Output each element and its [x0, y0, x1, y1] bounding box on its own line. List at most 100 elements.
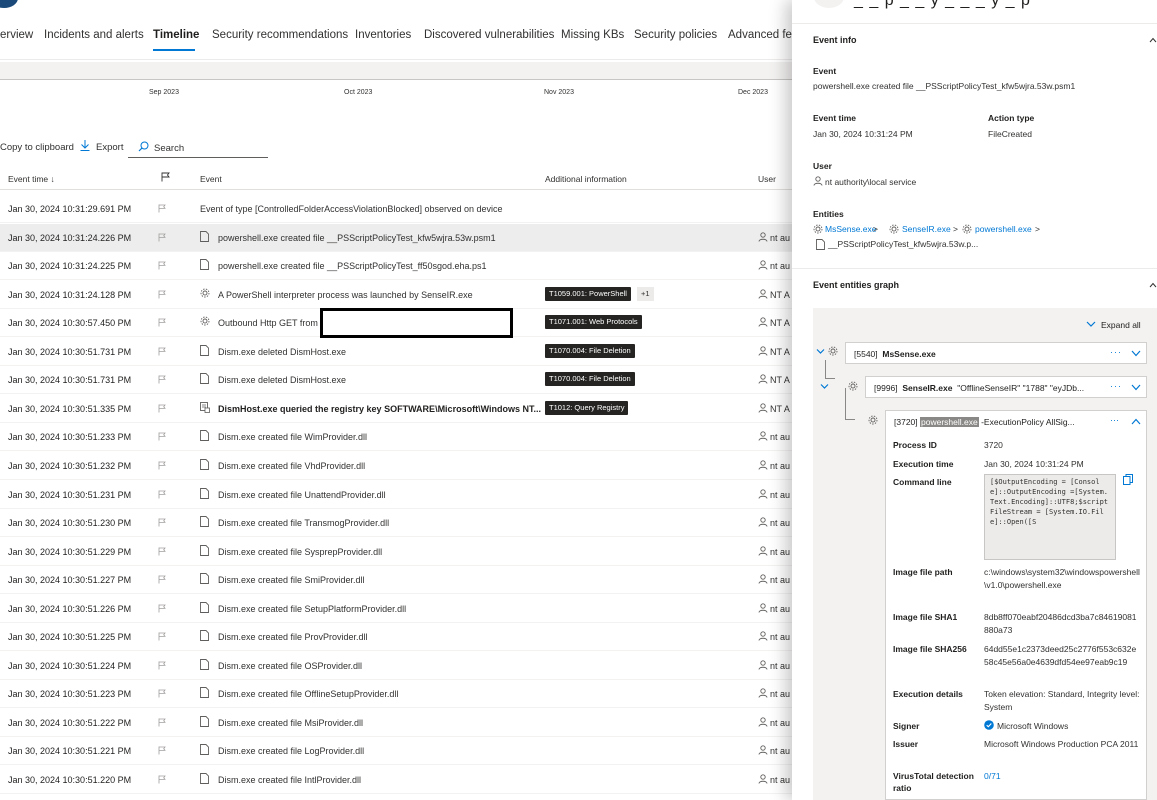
tree-connector: [825, 360, 826, 378]
expand-all-button[interactable]: Expand all: [1101, 320, 1141, 330]
flag-column-icon[interactable]: [161, 172, 170, 182]
mitre-technique-tag[interactable]: T1070.004: File Deletion: [545, 343, 635, 358]
tree-toggle-chevron-down-icon[interactable]: [816, 348, 825, 355]
file-icon: [200, 744, 211, 756]
flag-icon[interactable]: [158, 233, 166, 242]
user-icon: [758, 374, 768, 384]
tree-toggle-chevron-down-icon[interactable]: [820, 383, 829, 390]
timeline-toolbar: Copy to clipboard Export Search: [0, 138, 800, 158]
flag-icon[interactable]: [158, 547, 166, 556]
flag-icon[interactable]: [158, 575, 166, 584]
process-node-senseir[interactable]: [9996] SenseIR.exe "OfflineSenseIR" "178…: [865, 376, 1147, 398]
flag-icon[interactable]: [158, 404, 166, 413]
chevron-up-icon[interactable]: [1131, 418, 1141, 425]
flag-icon[interactable]: [158, 632, 166, 641]
more-actions-icon[interactable]: ···: [1110, 415, 1119, 425]
chevron-down-icon[interactable]: [1131, 350, 1141, 357]
table-row[interactable]: Jan 30, 2024 10:30:51.233 PM Dism.exe cre…: [0, 423, 792, 452]
tab-security-recommendations[interactable]: Security recommendations: [212, 29, 348, 41]
flag-icon[interactable]: [158, 347, 166, 356]
table-row[interactable]: Jan 30, 2024 10:30:51.335 PM DismHost.exe…: [0, 395, 792, 423]
collapse-graph-icon[interactable]: [1149, 281, 1157, 289]
table-row[interactable]: Jan 30, 2024 10:30:51.226 PM Dism.exe cre…: [0, 595, 792, 623]
flag-icon[interactable]: [158, 518, 166, 527]
table-row[interactable]: Jan 30, 2024 10:30:51.223 PM Dism.exe cre…: [0, 680, 792, 709]
process-gear-icon: [813, 224, 823, 234]
table-row[interactable]: Jan 30, 2024 10:30:51.222 PM Dism.exe cre…: [0, 709, 792, 737]
action-type-value: FileCreated: [988, 129, 1032, 139]
flag-icon[interactable]: [158, 490, 166, 499]
copy-to-clipboard-button[interactable]: Copy to clipboard: [0, 142, 74, 153]
table-row[interactable]: Jan 30, 2024 10:31:24.226 PM powershell.e…: [0, 223, 792, 252]
flag-icon[interactable]: [158, 661, 166, 670]
column-additional-information[interactable]: Additional information: [545, 174, 627, 184]
user-cell: NT A: [770, 289, 790, 300]
column-event[interactable]: Event: [200, 174, 222, 184]
table-row[interactable]: Jan 30, 2024 10:30:51.220 PM Dism.exe cre…: [0, 766, 792, 794]
flag-icon[interactable]: [158, 261, 166, 270]
node-text[interactable]: [3720] powershell.exe -ExecutionPolicy A…: [894, 417, 1075, 427]
collapse-event-info-icon[interactable]: [1149, 36, 1157, 44]
table-row[interactable]: Jan 30, 2024 10:30:51.221 PM Dism.exe cre…: [0, 737, 792, 766]
table-row[interactable]: Jan 30, 2024 10:30:51.731 PM Dism.exe del…: [0, 366, 792, 395]
flag-icon[interactable]: [158, 604, 166, 613]
user-cell: nt au: [770, 546, 791, 557]
more-actions-icon[interactable]: ···: [1110, 347, 1122, 357]
more-actions-icon[interactable]: ···: [1110, 381, 1122, 391]
entity-link-mssense[interactable]: MsSense.exe: [825, 224, 877, 234]
flag-icon[interactable]: [158, 290, 166, 299]
tab-missing-kbs[interactable]: Missing KBs: [561, 29, 624, 41]
copy-icon[interactable]: [1123, 474, 1133, 485]
mitre-technique-tag[interactable]: T1059.001: PowerShell: [545, 286, 631, 301]
chevron-down-icon[interactable]: [1131, 384, 1141, 391]
search-input[interactable]: Search: [128, 138, 268, 158]
mitre-technique-tag[interactable]: T1071.001: Web Protocols: [545, 315, 642, 330]
entity-link-senseir[interactable]: SenseIR.exe: [902, 224, 951, 234]
table-row[interactable]: Jan 30, 2024 10:31:29.691 PM Event of typ…: [0, 195, 792, 223]
flag-icon[interactable]: [158, 689, 166, 698]
flag-icon[interactable]: [158, 775, 166, 784]
tab-incidents-alerts[interactable]: Incidents and alerts: [44, 29, 144, 41]
tab-overview[interactable]: erview: [0, 29, 33, 41]
timeline-histogram[interactable]: Sep 2023 Oct 2023 Nov 2023 Dec 2023: [0, 62, 800, 132]
table-row[interactable]: Jan 30, 2024 10:30:51.229 PM Dism.exe cre…: [0, 538, 792, 566]
table-row[interactable]: Jan 30, 2024 10:30:51.230 PM Dism.exe cre…: [0, 509, 792, 538]
process-node-mssense[interactable]: [5540] MsSense.exe ···: [845, 342, 1147, 364]
table-row[interactable]: Jan 30, 2024 10:31:24.128 PM A PowerShell…: [0, 281, 792, 309]
export-button[interactable]: Export: [96, 142, 123, 153]
flag-icon[interactable]: [158, 204, 166, 213]
table-row[interactable]: Jan 30, 2024 10:30:51.232 PM Dism.exe cre…: [0, 452, 792, 480]
table-row[interactable]: Jan 30, 2024 10:30:51.231 PM Dism.exe cre…: [0, 481, 792, 509]
command-line-textarea[interactable]: [$OutputEncoding = [Console]::OutputEnco…: [984, 474, 1116, 560]
column-event-time[interactable]: Event time ↓: [8, 174, 55, 184]
file-icon: [200, 516, 211, 528]
table-row[interactable]: Jan 30, 2024 10:31:24.225 PM powershell.e…: [0, 252, 792, 281]
flag-icon[interactable]: [158, 432, 166, 441]
tab-security-policies[interactable]: Security policies: [634, 29, 717, 41]
node-process-name: SenseIR.exe: [902, 383, 953, 393]
tab-inventories[interactable]: Inventories: [355, 29, 411, 41]
node-args: "OfflineSenseIR" "1788" "eyJDb...: [957, 383, 1085, 393]
table-row[interactable]: Jan 30, 2024 10:30:51.731 PM Dism.exe del…: [0, 338, 792, 366]
flag-icon[interactable]: [158, 746, 166, 755]
more-techniques-badge[interactable]: +1: [637, 286, 654, 301]
virustotal-link[interactable]: 0/71: [984, 771, 1001, 781]
column-user[interactable]: User: [758, 174, 776, 184]
table-row[interactable]: Jan 30, 2024 10:30:51.224 PM Dism.exe cre…: [0, 652, 792, 680]
event-description: Dism.exe created file SysprepProvider.dl…: [218, 546, 383, 557]
event-description: A PowerShell interpreter process was lau…: [218, 289, 473, 300]
flag-icon[interactable]: [158, 461, 166, 470]
table-row[interactable]: Jan 30, 2024 10:30:51.227 PM Dism.exe cre…: [0, 566, 792, 595]
tab-advanced-features[interactable]: Advanced fea: [728, 29, 798, 41]
mitre-technique-tag[interactable]: T1012: Query Registry: [545, 400, 629, 415]
flag-icon[interactable]: [158, 718, 166, 727]
table-row[interactable]: Jan 30, 2024 10:30:51.225 PM Dism.exe cre…: [0, 623, 792, 652]
flag-icon[interactable]: [158, 318, 166, 327]
tab-timeline[interactable]: Timeline: [153, 29, 199, 41]
flag-icon[interactable]: [158, 375, 166, 384]
entity-link-powershell[interactable]: powershell.exe: [975, 224, 1032, 234]
tab-discovered-vulnerabilities[interactable]: Discovered vulnerabilities: [424, 29, 554, 41]
mitre-technique-tag[interactable]: T1070.004: File Deletion: [545, 372, 635, 387]
timeline-track[interactable]: [0, 62, 792, 80]
file-icon: [200, 687, 211, 699]
